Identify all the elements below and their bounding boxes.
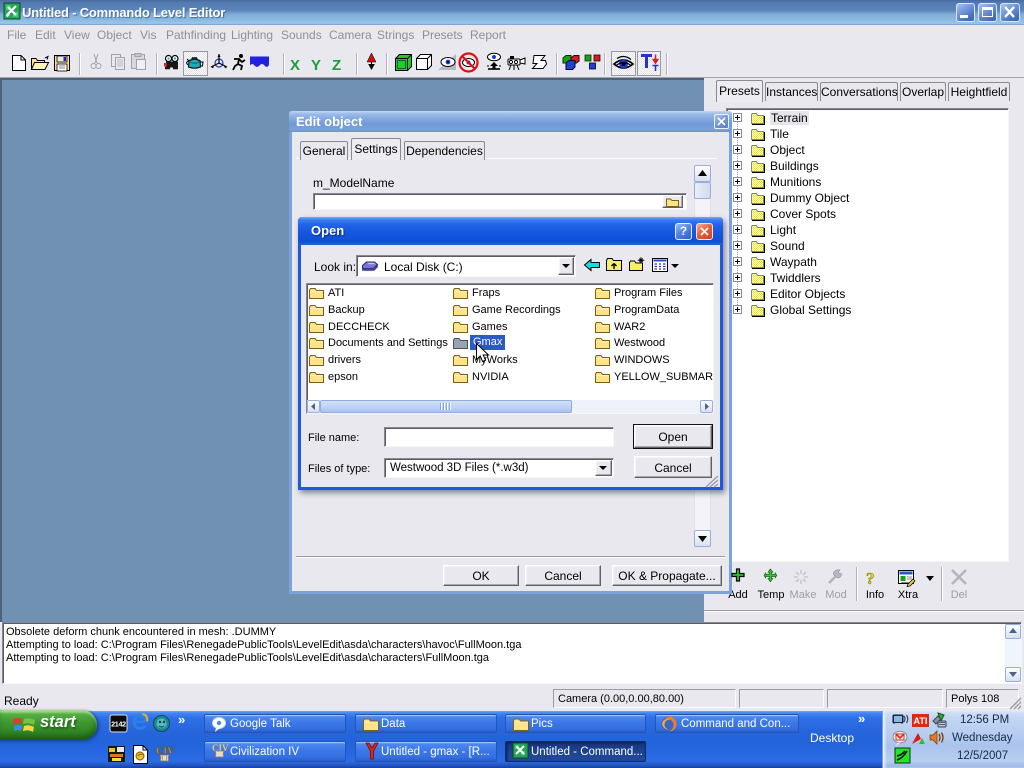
svg-text:ATI: ATI <box>914 716 928 726</box>
svg-text:2142: 2142 <box>111 720 126 729</box>
svg-text:?: ? <box>866 569 875 588</box>
